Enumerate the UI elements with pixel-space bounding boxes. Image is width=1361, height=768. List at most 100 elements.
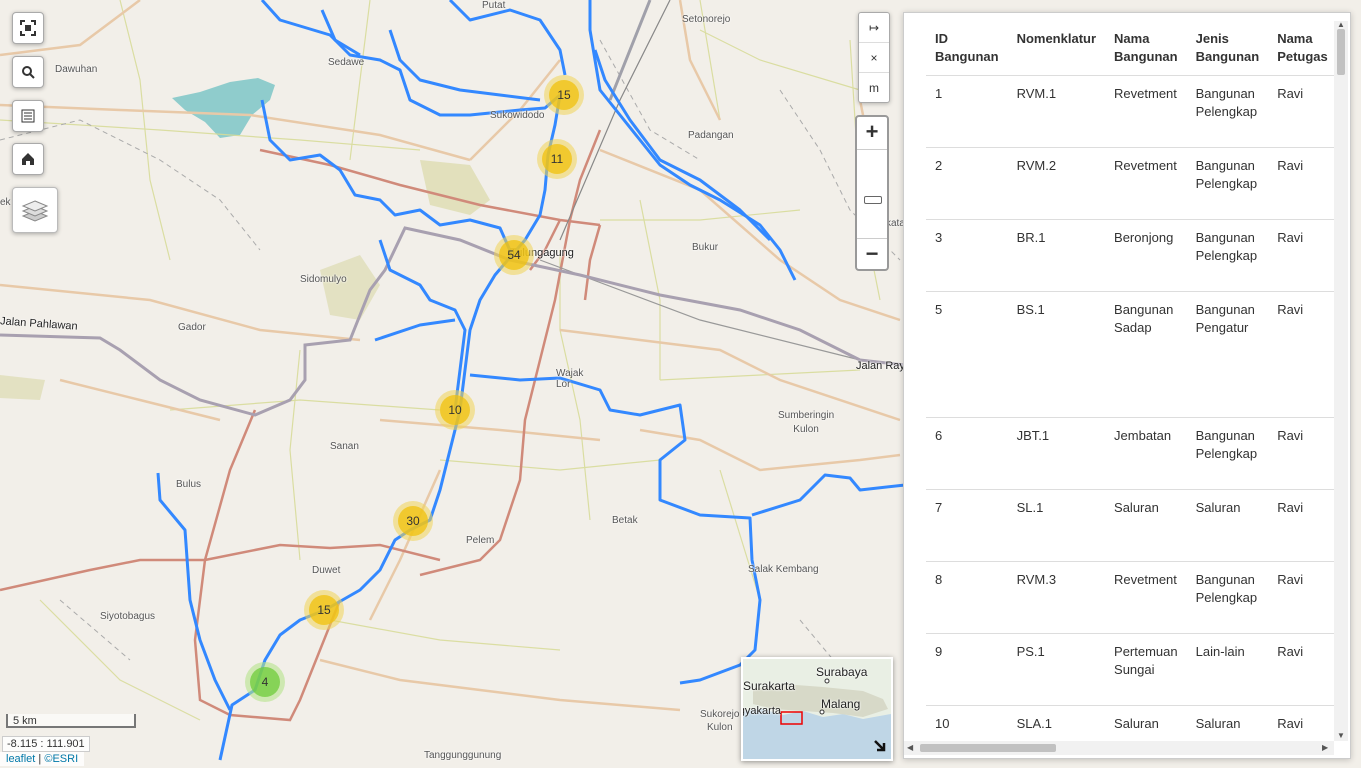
zoom-in-button[interactable]: + <box>857 117 887 147</box>
marker-cluster[interactable]: 15 <box>304 590 344 630</box>
table-cell: Revetment <box>1105 147 1187 220</box>
mouse-coordinates: -8.115 : 111.901 <box>2 736 90 752</box>
table-row[interactable]: 2 RVM.2 Revetment Bangunan Pelengkap Ravi <box>926 147 1336 220</box>
table-cell: Revetment <box>1105 561 1187 634</box>
place-label: Salak Kembang <box>748 564 819 575</box>
place-label: Dawuhan <box>55 64 98 75</box>
layers-button[interactable] <box>12 187 58 233</box>
table-cell: Ravi <box>1268 147 1336 220</box>
column-header[interactable]: ID Bangunan <box>926 21 1008 76</box>
attribute-table: ID Bangunan Nomenklatur Nama Bangunan Je… <box>926 21 1336 741</box>
fullscreen-button[interactable] <box>12 12 44 44</box>
home-button[interactable] <box>12 143 44 175</box>
table-cell: 3 <box>926 219 1008 292</box>
scroll-thumb[interactable] <box>920 744 1056 752</box>
table-cell: 10 <box>926 705 1008 741</box>
table-row[interactable]: 5 BS.1 Bangunan Sadap Bangunan Pengatur Ravi <box>926 291 1336 418</box>
place-label: Sukowidodo <box>490 110 545 121</box>
table-cell: BR.1 <box>1007 219 1106 292</box>
measure-unit-button[interactable]: m <box>859 73 889 102</box>
scroll-right-icon[interactable]: ▶ <box>1322 743 1328 752</box>
home-icon <box>22 153 34 165</box>
place-label: Betak <box>612 515 638 526</box>
table-cell: Ravi <box>1268 219 1336 292</box>
zoom-knob[interactable] <box>864 196 882 204</box>
place-label: Sanan <box>330 441 359 452</box>
scroll-thumb[interactable] <box>1337 29 1345 75</box>
column-header[interactable]: Nomenklatur <box>1007 21 1106 76</box>
table-cell: Ravi <box>1268 75 1336 148</box>
table-row[interactable]: 8 RVM.3 Revetment Bangunan Pelengkap Ravi <box>926 561 1336 634</box>
place-label: Pelem <box>466 535 495 546</box>
attribution-separator: | <box>35 753 45 765</box>
scroll-up-icon[interactable]: ▲ <box>1337 20 1345 29</box>
zoom-track[interactable] <box>857 149 887 239</box>
table-cell: RVM.1 <box>1007 75 1106 148</box>
table-container[interactable]: ID Bangunan Nomenklatur Nama Bangunan Je… <box>926 21 1336 741</box>
marker-cluster[interactable]: 4 <box>245 662 285 702</box>
marker-cluster[interactable]: 54 <box>494 235 534 275</box>
table-cell: SL.1 <box>1007 489 1106 562</box>
scroll-down-icon[interactable]: ▼ <box>1337 731 1345 740</box>
marker-cluster[interactable]: 30 <box>393 501 433 541</box>
table-cell: Bangunan Pelengkap <box>1186 75 1269 148</box>
table-cell: Bangunan Pelengkap <box>1186 147 1269 220</box>
table-cell: Bangunan Pelengkap <box>1186 219 1269 292</box>
table-cell: BS.1 <box>1007 291 1106 418</box>
minimap-label: Malang <box>821 697 861 711</box>
table-cell: Bangunan Pengatur <box>1186 291 1269 418</box>
vertical-scrollbar[interactable]: ▲ ▼ <box>1334 20 1348 741</box>
esri-link[interactable]: ©ESRI <box>44 753 78 765</box>
table-cell: Bangunan Pelengkap <box>1186 417 1269 490</box>
leaflet-link[interactable]: leaflet <box>6 753 35 765</box>
table-cell: 7 <box>926 489 1008 562</box>
table-cell: Beronjong <box>1105 219 1187 292</box>
table-row[interactable]: 3 BR.1 Beronjong Bangunan Pelengkap Ravi <box>926 219 1336 292</box>
marker-cluster[interactable]: 10 <box>435 390 475 430</box>
table-row[interactable]: 10 SLA.1 Saluran Saluran Ravi <box>926 705 1336 741</box>
table-cell: Lain-lain <box>1186 633 1269 706</box>
table-row[interactable]: 1 RVM.1 Revetment Bangunan Pelengkap Ravi <box>926 75 1336 148</box>
table-cell: Bangunan Pelengkap <box>1186 561 1269 634</box>
minimap[interactable]: Surabaya Surakarta Malang Yogyakarta <box>741 657 893 761</box>
fullscreen-icon <box>20 20 36 36</box>
list-icon <box>21 109 35 123</box>
measure-expand-button[interactable]: ↦ <box>859 13 889 43</box>
place-label: ek <box>0 197 11 208</box>
horizontal-scrollbar[interactable]: ◀ ▶ <box>904 741 1334 755</box>
place-label: Wajak Lor <box>556 368 584 390</box>
column-header[interactable]: Jenis Bangunan <box>1186 21 1269 76</box>
place-label: Siyotobagus <box>100 611 156 622</box>
table-cell: Saluran <box>1105 489 1187 562</box>
search-button[interactable] <box>12 56 44 88</box>
scroll-left-icon[interactable]: ◀ <box>907 743 913 752</box>
table-cell: Ravi <box>1268 489 1336 562</box>
table-cell: Jembatan <box>1105 417 1187 490</box>
minimap-toggle-icon[interactable] <box>873 739 887 753</box>
place-label: Padangan <box>688 130 734 141</box>
table-cell: Pertemuan Sungai <box>1105 633 1187 706</box>
marker-cluster[interactable]: 15 <box>544 75 584 115</box>
table-row[interactable]: 7 SL.1 Saluran Saluran Ravi <box>926 489 1336 562</box>
table-cell: PS.1 <box>1007 633 1106 706</box>
table-cell: Ravi <box>1268 633 1336 706</box>
table-cell: Saluran <box>1186 705 1269 741</box>
scale-bar: 5 km <box>6 714 136 728</box>
search-icon <box>22 66 35 79</box>
marker-cluster[interactable]: 11 <box>537 139 577 179</box>
table-row[interactable]: 9 PS.1 Pertemuan Sungai Lain-lain Ravi <box>926 633 1336 706</box>
zoom-out-button[interactable]: − <box>857 239 887 269</box>
table-cell: RVM.2 <box>1007 147 1106 220</box>
zoom-slider: + − <box>855 115 889 271</box>
table-row[interactable]: 6 JBT.1 Jembatan Bangunan Pelengkap Ravi <box>926 417 1336 490</box>
column-header[interactable]: Nama Bangunan <box>1105 21 1187 76</box>
measure-clear-button[interactable]: × <box>859 43 889 73</box>
place-label: Sedawe <box>328 57 365 68</box>
place-label: Putat <box>482 0 506 11</box>
place-label: Duwet <box>312 565 341 576</box>
table-cell: Ravi <box>1268 417 1336 490</box>
table-toggle-button[interactable] <box>12 100 44 132</box>
column-header[interactable]: Nama Petugas <box>1268 21 1336 76</box>
place-label: Bukur <box>692 242 719 253</box>
place-label: Bulus <box>176 479 202 490</box>
